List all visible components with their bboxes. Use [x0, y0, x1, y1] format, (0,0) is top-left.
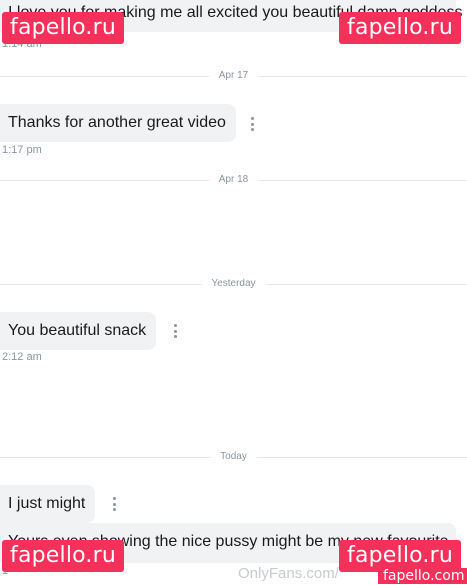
date-label: Apr 17 — [208, 70, 259, 82]
date-label: Yesterday — [201, 278, 266, 290]
message-options-icon[interactable] — [107, 496, 121, 512]
message-text: You beautiful snack — [8, 322, 147, 339]
date-label: Today — [210, 451, 257, 463]
message-text: I just might — [8, 495, 86, 512]
message-options-icon[interactable] — [245, 116, 259, 132]
date-divider: Yesterday — [0, 278, 467, 290]
watermark-logo-small: fapello.com — [378, 568, 467, 584]
message-time: 1:17 pm — [2, 144, 42, 156]
onlyfans-watermark: OnlyFans.com/ — [238, 565, 339, 582]
message-bubble: I just might — [0, 485, 96, 523]
message-time: 2:12 am — [2, 351, 42, 363]
date-divider: Apr 18 — [0, 174, 467, 186]
message-bubble: Thanks for another great video — [0, 104, 236, 142]
date-label: Apr 18 — [208, 174, 259, 186]
date-divider: Apr 17 — [0, 70, 467, 82]
message-text: Thanks for another great video — [8, 114, 226, 131]
message-options-icon[interactable] — [168, 323, 182, 339]
date-divider: Today — [0, 451, 467, 463]
watermark-logo: fapello.ru — [339, 12, 462, 44]
message-bubble: You beautiful snack — [0, 312, 157, 350]
watermark-logo: fapello.ru — [2, 540, 125, 572]
watermark-logo: fapello.ru — [2, 12, 125, 44]
